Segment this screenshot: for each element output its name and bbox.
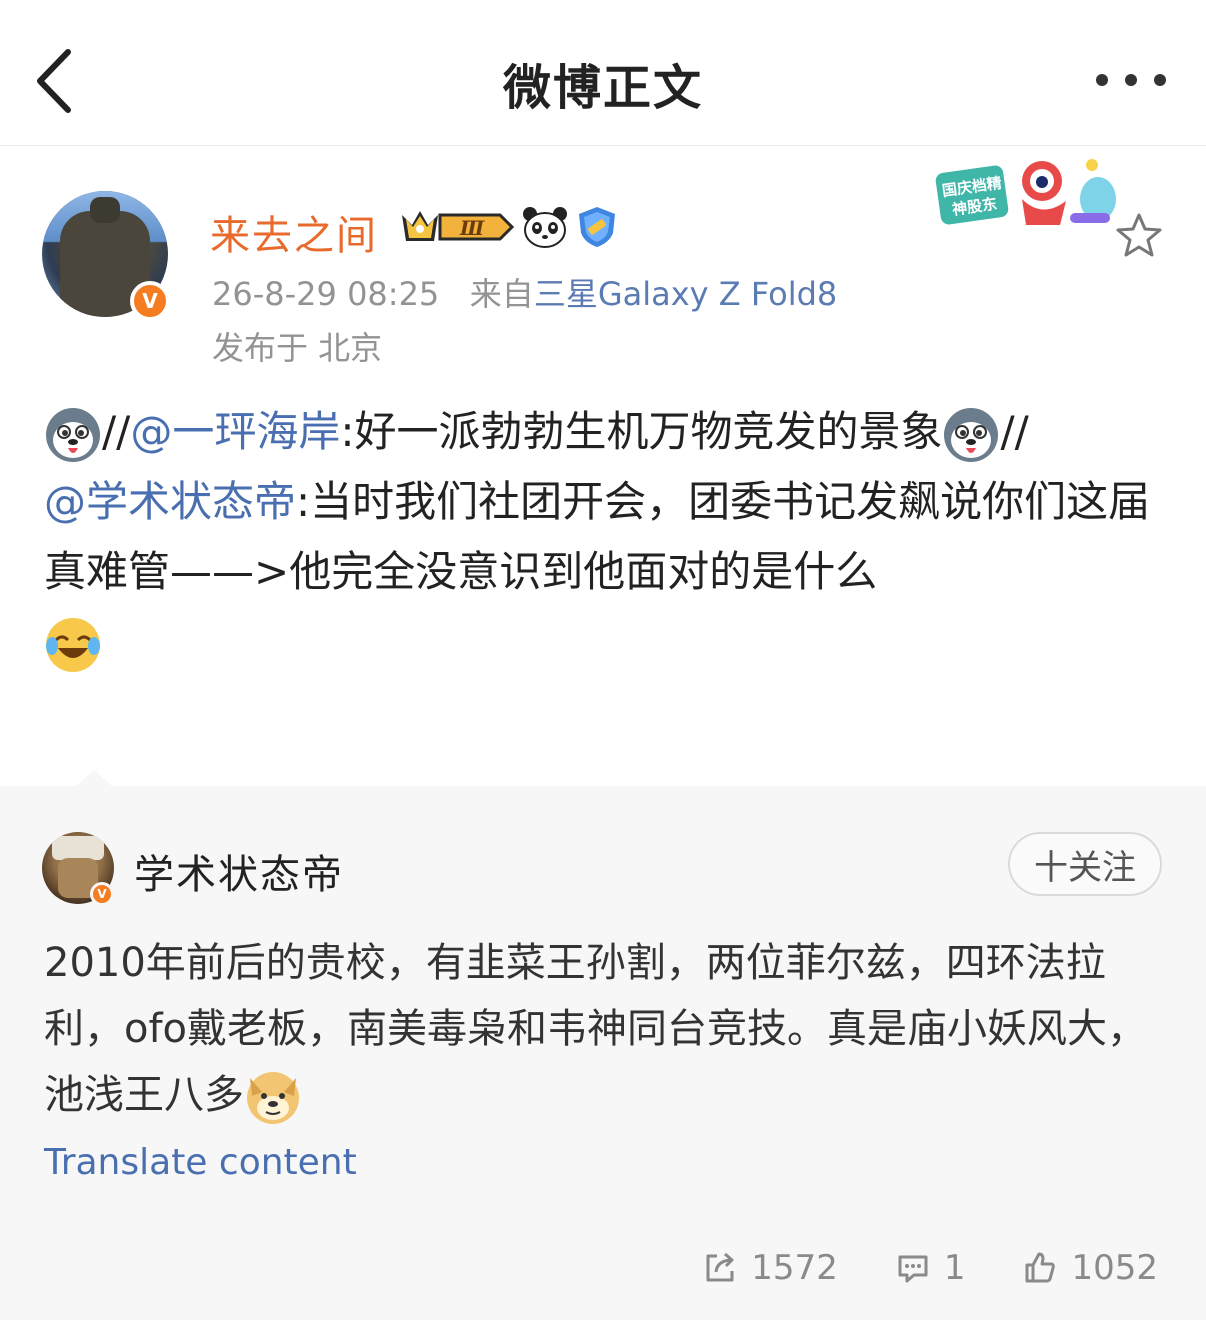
mention-link[interactable]: @一玶海岸 bbox=[130, 407, 340, 456]
verified-badge-icon: V bbox=[90, 882, 114, 906]
comment-icon bbox=[898, 1255, 928, 1283]
more-dot-icon bbox=[1096, 74, 1108, 86]
more-options-button[interactable] bbox=[1096, 70, 1166, 90]
mention-link[interactable]: @学术状态帝 bbox=[44, 477, 296, 526]
repost-button[interactable]: 1572 bbox=[703, 1248, 838, 1288]
husky-emoji-icon bbox=[46, 407, 100, 462]
post-text-segment: // bbox=[102, 407, 131, 456]
repost-pointer bbox=[74, 770, 114, 788]
panda-badge-icon bbox=[523, 207, 567, 248]
top-bar: 微博正文 bbox=[0, 0, 1206, 146]
post-meta: 26-8-29 08:25 来自三星Galaxy Z Fold8 bbox=[212, 269, 837, 315]
original-post-text: 2010年前后的贵校，有韭菜王孙割，两位菲尔兹，四环法拉利，ofo戴老板，南美毒… bbox=[44, 930, 1154, 1128]
comment-count: 1 bbox=[943, 1248, 966, 1288]
verified-badge-icon: V bbox=[130, 281, 170, 321]
repost-count: 1572 bbox=[751, 1248, 838, 1288]
post-action-bar: 1572 1 1052 bbox=[645, 1248, 1158, 1288]
thumbs-up-icon bbox=[1025, 1252, 1056, 1283]
favorite-star-icon[interactable] bbox=[1114, 211, 1164, 261]
post-text-segment: :好一派勃勃生机万物竞发的景象 bbox=[340, 407, 943, 456]
doge-emoji-icon bbox=[247, 1072, 299, 1124]
svg-text:Ⅲ: Ⅲ bbox=[459, 216, 485, 240]
source-prefix: 来自 bbox=[469, 275, 534, 313]
original-text-content: 2010年前后的贵校，有韭菜王孙割，两位菲尔兹，四环法拉利，ofo戴老板，南美毒… bbox=[44, 940, 1148, 1118]
like-count: 1052 bbox=[1071, 1248, 1158, 1288]
post-time: 26-8-29 08:25 bbox=[212, 275, 440, 313]
shield-badge-icon bbox=[579, 207, 615, 247]
more-dot-icon bbox=[1154, 74, 1166, 86]
reposted-card[interactable]: V 学术状态帝 十关注 2010年前后的贵校，有韭菜王孙割，两位菲尔兹，四环法拉… bbox=[0, 770, 1206, 1320]
post-text-segment: // bbox=[1000, 407, 1029, 456]
laugh-cry-emoji-icon bbox=[46, 617, 100, 672]
repost-icon bbox=[706, 1252, 734, 1282]
weibo-detail-page: 微博正文 V 来去之间 Ⅲ 26-8-29 08:25 来自三星Galaxy Z… bbox=[0, 0, 1206, 1320]
follow-button[interactable]: 十关注 bbox=[1008, 832, 1162, 896]
more-dot-icon bbox=[1125, 74, 1137, 86]
husky-emoji-icon bbox=[944, 407, 999, 462]
post-body-text: //@一玶海岸:好一派勃勃生机万物竞发的景象 //@学术状态帝:当时我们社团开会… bbox=[44, 397, 1164, 677]
post-source-link[interactable]: 三星Galaxy Z Fold8 bbox=[534, 275, 837, 313]
sticker-text: 国庆档精神股东 bbox=[940, 173, 1003, 219]
page-title: 微博正文 bbox=[502, 60, 703, 116]
like-button[interactable]: 1052 bbox=[1023, 1248, 1158, 1288]
translate-content-link[interactable]: Translate content bbox=[44, 1142, 357, 1183]
post-location: 发布于 北京 bbox=[212, 329, 383, 367]
author-name[interactable]: 来去之间 bbox=[210, 203, 378, 261]
original-author-name[interactable]: 学术状态帝 bbox=[134, 842, 344, 900]
vip-crown-badge-icon: Ⅲ bbox=[402, 211, 514, 241]
holiday-sticker-icon[interactable]: 国庆档精神股东 bbox=[930, 155, 1120, 235]
post-card: V 来去之间 Ⅲ 26-8-29 08:25 来自三星Galaxy Z Fold… bbox=[0, 147, 1206, 787]
comment-button[interactable]: 1 bbox=[896, 1248, 966, 1288]
